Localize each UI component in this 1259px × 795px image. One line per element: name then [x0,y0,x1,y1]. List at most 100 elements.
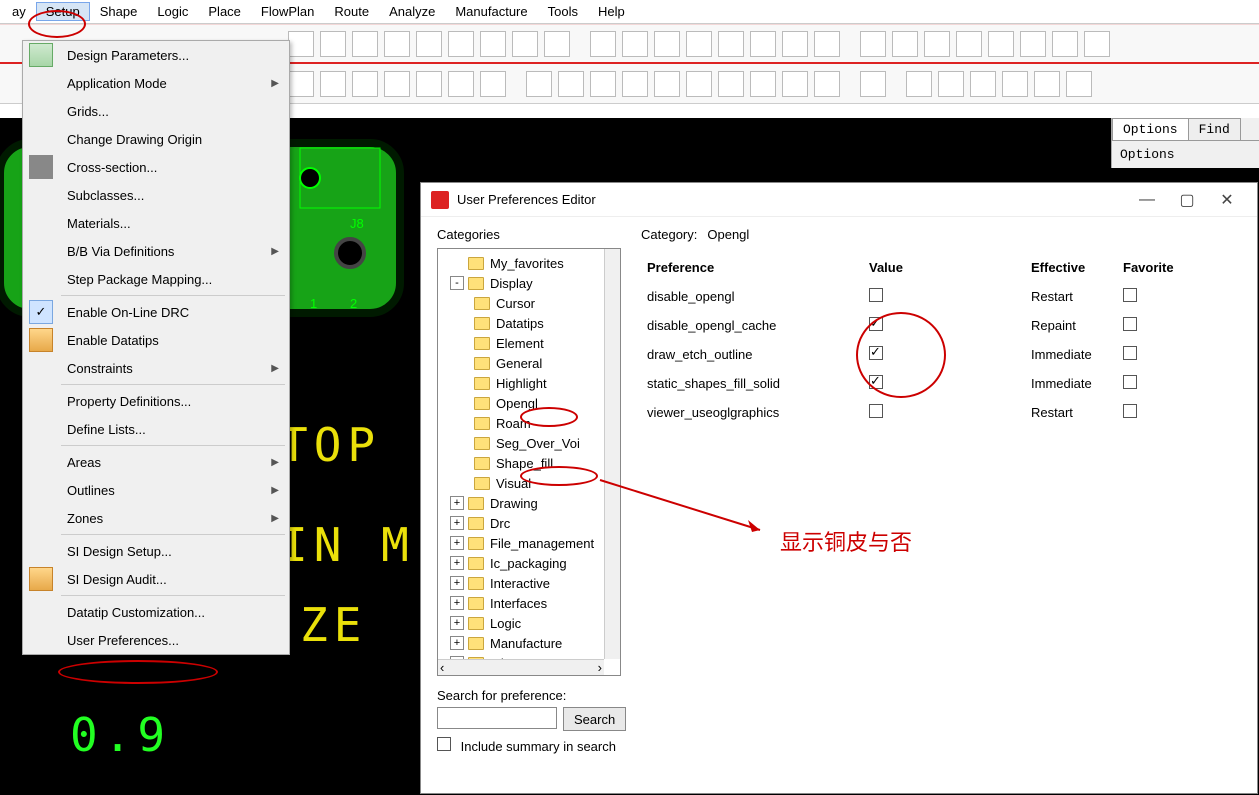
menu-item-si-design-audit[interactable]: SI Design Audit... [23,565,289,593]
menu-item-enable-on-line-drc[interactable]: ✓Enable On-Line DRC [23,298,289,326]
tool2-note2-icon[interactable] [938,71,964,97]
menu-item-zones[interactable]: Zones▶ [23,504,289,532]
tool-grid2-icon[interactable] [622,31,648,57]
tree-expand-icon[interactable]: + [450,536,464,550]
tree-node-drc[interactable]: +Drc [438,513,620,533]
tool-zoom-minus-icon[interactable] [384,31,410,57]
menu-item-constraints[interactable]: Constraints▶ [23,354,289,382]
tool-sun2-icon[interactable] [1020,31,1046,57]
search-input[interactable] [437,707,557,729]
tool-refresh-icon[interactable] [480,31,506,57]
menu-item-design-parameters[interactable]: Design Parameters... [23,41,289,69]
tool2-note-icon[interactable] [906,71,932,97]
tree-node-highlight[interactable]: Highlight [438,373,620,393]
close-button[interactable]: ✕ [1207,186,1247,214]
tool2-wave-icon[interactable] [860,71,886,97]
include-summary-checkbox[interactable] [437,737,451,751]
menu-item-step-package-mapping[interactable]: Step Package Mapping... [23,265,289,293]
tool2-matrix-icon[interactable] [718,71,744,97]
tree-expand-icon[interactable]: + [450,556,464,570]
tool-sheet-icon[interactable] [782,31,808,57]
menu-item-define-lists[interactable]: Define Lists... [23,415,289,443]
menu-route[interactable]: Route [324,2,379,21]
tree-node-shape_fill[interactable]: Shape_fill [438,453,620,473]
pref-value-checkbox[interactable] [869,404,883,418]
tree-node-ic_packaging[interactable]: +Ic_packaging [438,553,620,573]
tool-eraser-icon[interactable] [956,31,982,57]
tree-node-opengl[interactable]: Opengl [438,393,620,413]
menu-item-property-definitions[interactable]: Property Definitions... [23,387,289,415]
tool2-chip2-icon[interactable] [448,71,474,97]
tool-flip-icon[interactable] [544,31,570,57]
tool-sheet2-icon[interactable] [814,31,840,57]
menu-help[interactable]: Help [588,2,635,21]
menu-item-change-drawing-origin[interactable]: Change Drawing Origin [23,125,289,153]
tool2-db-icon[interactable] [526,71,552,97]
tree-node-interactive[interactable]: +Interactive [438,573,620,593]
pref-value-checkbox[interactable] [869,375,883,389]
tool2-note4-icon[interactable] [1002,71,1028,97]
tool2-chip-icon[interactable] [416,71,442,97]
pref-favorite-checkbox[interactable] [1123,375,1137,389]
pref-value-checkbox[interactable] [869,317,883,331]
tab-find[interactable]: Find [1188,118,1241,140]
menu-analyze[interactable]: Analyze [379,2,445,21]
tree-node-display[interactable]: -Display [438,273,620,293]
menu-item-b-b-via-definitions[interactable]: B/B Via Definitions▶ [23,237,289,265]
menu-item-datatip-customization[interactable]: Datatip Customization... [23,598,289,626]
tree-node-visual[interactable]: Visual [438,473,620,493]
tool2-keypad2-icon[interactable] [814,71,840,97]
tool-sun1-icon[interactable] [988,31,1014,57]
tree-node-logic[interactable]: +Logic [438,613,620,633]
menu-item-areas[interactable]: Areas▶ [23,448,289,476]
tool-3d-icon[interactable] [512,31,538,57]
tree-expand-icon[interactable]: + [450,596,464,610]
tree-node-interfaces[interactable]: +Interfaces [438,593,620,613]
pref-favorite-checkbox[interactable] [1123,404,1137,418]
menu-manufacture[interactable]: Manufacture [445,2,537,21]
tool-zoom-out-icon[interactable] [288,31,314,57]
tool-hourglass-icon[interactable] [1084,31,1110,57]
menu-place[interactable]: Place [198,2,251,21]
tool2-cross-icon[interactable] [384,71,410,97]
maximize-button[interactable]: ▢ [1167,186,1207,214]
menu-item-user-preferences[interactable]: User Preferences... [23,626,289,654]
search-button[interactable]: Search [563,707,626,731]
tool2-lock-icon[interactable] [558,71,584,97]
menu-shape[interactable]: Shape [90,2,148,21]
menu-item-cross-section[interactable]: Cross-section... [23,153,289,181]
tree-node-element[interactable]: Element [438,333,620,353]
tool2-shape-icon[interactable] [590,71,616,97]
tool-zoom-fit-icon[interactable] [320,31,346,57]
tree-node-file_management[interactable]: +File_management [438,533,620,553]
tree-node-general[interactable]: General [438,353,620,373]
tree-expand-icon[interactable]: + [450,576,464,590]
tree-node-cursor[interactable]: Cursor [438,293,620,313]
tool-grid-icon[interactable] [590,31,616,57]
tree-expand-icon[interactable]: + [450,636,464,650]
menu-item-grids[interactable]: Grids... [23,97,289,125]
menu-item-outlines[interactable]: Outlines▶ [23,476,289,504]
tree-horizontal-scrollbar[interactable]: ‹ › [438,659,604,675]
tool-dfa-icon[interactable] [750,31,776,57]
tree-node-seg_over_voi[interactable]: Seg_Over_Voi [438,433,620,453]
tool-zoom-in-icon[interactable] [352,31,378,57]
menu-item-application-mode[interactable]: Application Mode▶ [23,69,289,97]
tree-node-drawing[interactable]: +Drawing [438,493,620,513]
tool2-note5-icon[interactable] [1034,71,1060,97]
pref-favorite-checkbox[interactable] [1123,288,1137,302]
menu-item-enable-datatips[interactable]: Enable Datatips [23,326,289,354]
pref-favorite-checkbox[interactable] [1123,317,1137,331]
tool2-keypad-icon[interactable] [782,71,808,97]
tool2-rect-icon[interactable] [288,71,314,97]
tool-zoom-world-icon[interactable] [416,31,442,57]
menu-item-subclasses[interactable]: Subclasses... [23,181,289,209]
tree-vertical-scrollbar[interactable] [604,249,620,659]
menu-flowplan[interactable]: FlowPlan [251,2,324,21]
tool-pin-icon[interactable] [860,31,886,57]
pref-value-checkbox[interactable] [869,288,883,302]
scroll-left-icon[interactable]: ‹ [440,660,444,675]
minimize-button[interactable]: — [1127,186,1167,214]
tree-node-datatips[interactable]: Datatips [438,313,620,333]
tree-expand-icon[interactable]: + [450,516,464,530]
